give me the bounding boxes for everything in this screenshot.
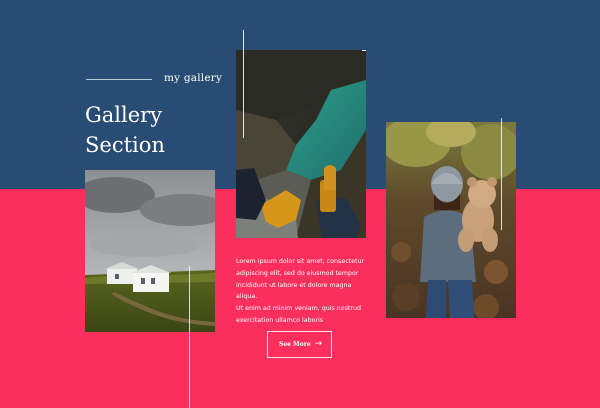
decorative-vertical-line [501,118,502,230]
house-landscape-photo[interactable] [85,170,215,332]
arrow-right-icon: → [314,339,322,349]
gallery-subtitle: my gallery [164,72,223,84]
gallery-title-line-2: Section [85,133,165,157]
decorative-tick-line [362,50,366,51]
decorative-vertical-line [243,30,244,138]
subtitle-divider-line [86,79,152,80]
decorative-vertical-line [189,266,190,408]
gallery-title-line-1: Gallery [85,103,163,127]
gallery-title: Gallery Section [85,100,165,160]
gallery-description: Lorem ipsum dolor sit amet, consectetur … [236,258,365,324]
see-more-button[interactable]: See More → [267,331,332,358]
boots-river-photo[interactable] [236,50,366,238]
see-more-button-label: See More [279,341,311,348]
child-teddy-bear-photo[interactable] [386,122,516,318]
